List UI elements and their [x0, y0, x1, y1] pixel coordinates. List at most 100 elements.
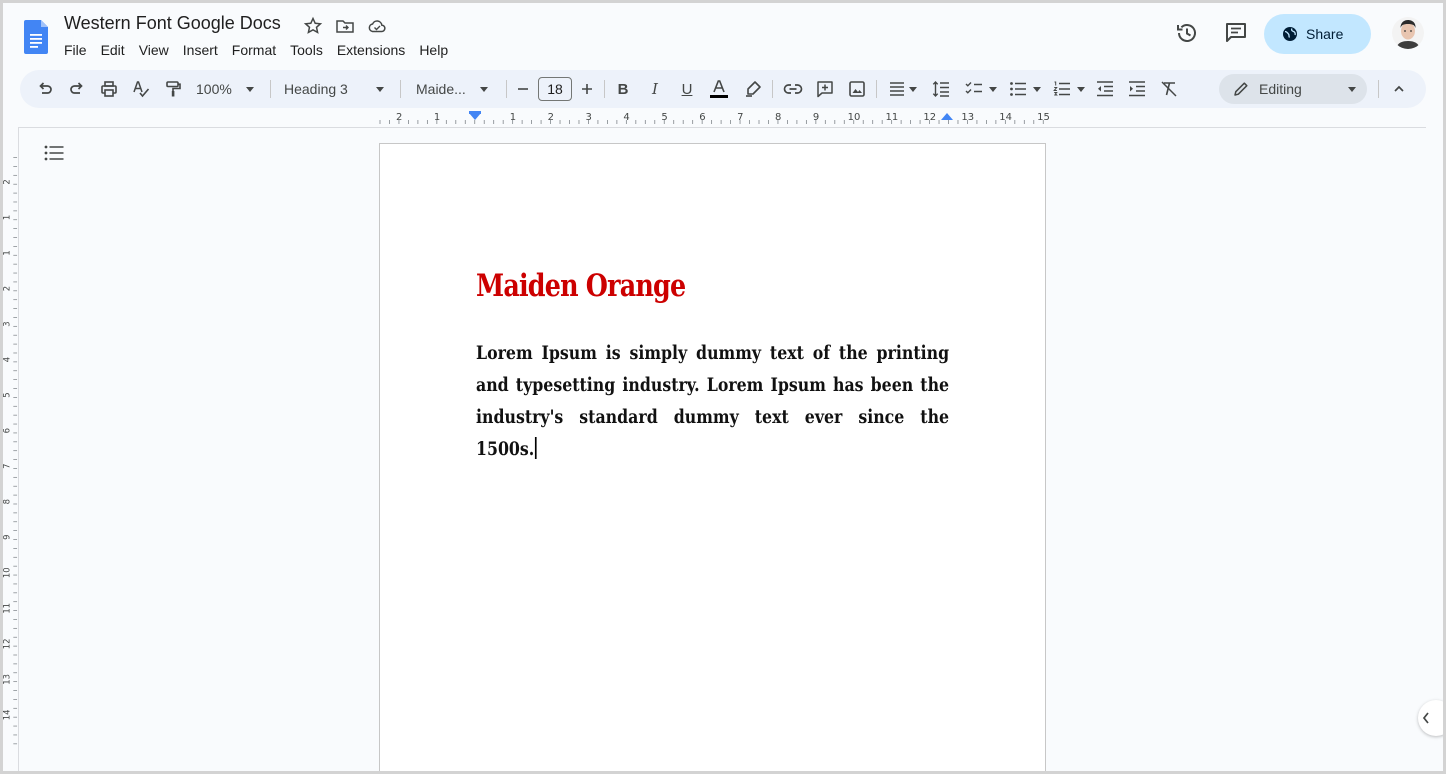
move-folder-icon[interactable] [335, 16, 355, 36]
share-button[interactable]: Share [1264, 14, 1371, 54]
body-paragraph[interactable]: Lorem Ipsum is simply dummy text of the … [476, 342, 949, 460]
title-bar: Western Font Google Docs File Edit View … [0, 0, 1446, 68]
bulleted-list-button[interactable] [1006, 78, 1044, 100]
font-value: Maide... [416, 81, 466, 97]
ruler-label: 1 [3, 250, 12, 255]
chevron-down-icon [989, 86, 997, 92]
ruler-label: 6 [3, 428, 12, 433]
paint-format-button[interactable] [162, 78, 184, 100]
cloud-saved-icon[interactable] [367, 16, 387, 36]
font-select[interactable]: Maide... [416, 78, 494, 100]
chevron-up-icon [1394, 85, 1404, 92]
menu-edit[interactable]: Edit [95, 41, 131, 59]
ruler-label: 2 [396, 112, 402, 123]
decrease-font-size-button[interactable] [514, 78, 532, 100]
ruler-label: 5 [3, 392, 12, 397]
increase-font-size-button[interactable] [578, 78, 596, 100]
ruler-label: 9 [813, 112, 819, 123]
increase-indent-button[interactable] [1126, 78, 1148, 100]
numbered-list-button[interactable] [1050, 78, 1088, 100]
menu-insert[interactable]: Insert [177, 41, 224, 59]
insert-link-button[interactable] [782, 78, 804, 100]
align-left-icon [890, 82, 904, 96]
ruler-label: 11 [3, 603, 12, 614]
italic-button[interactable]: I [644, 78, 666, 100]
right-indent-marker[interactable] [941, 113, 953, 120]
increase-indent-icon [1129, 81, 1145, 97]
chevron-down-icon [375, 86, 384, 92]
menu-extensions[interactable]: Extensions [331, 41, 411, 59]
decrease-indent-button[interactable] [1094, 78, 1116, 100]
comment-icon[interactable] [1223, 20, 1249, 46]
chevron-down-icon [1033, 86, 1041, 92]
style-value: Heading 3 [284, 81, 348, 97]
ruler-label: 1 [434, 112, 440, 123]
undo-button[interactable] [34, 78, 56, 100]
ruler-label: 6 [699, 112, 705, 123]
menu-help[interactable]: Help [413, 41, 454, 59]
document-heading[interactable]: Maiden Orange [476, 268, 686, 304]
highlight-button[interactable] [742, 78, 764, 100]
chevron-left-icon [1422, 712, 1429, 724]
ruler-label: 2 [548, 112, 554, 123]
print-button[interactable] [98, 78, 120, 100]
docs-logo-icon[interactable] [24, 20, 48, 54]
font-size-input[interactable]: 18 [538, 77, 572, 101]
ruler-label: 4 [623, 112, 629, 123]
horizontal-ruler[interactable]: 2 1 1 2 3 4 5 6 7 8 9 10 11 12 13 14 15 [0, 110, 1446, 128]
zoom-value: 100% [196, 81, 232, 97]
text-color-button[interactable] [708, 78, 730, 100]
text-color-icon [710, 80, 728, 98]
first-line-indent-marker[interactable] [469, 111, 481, 114]
pencil-icon [1234, 82, 1248, 96]
menu-view[interactable]: View [133, 41, 175, 59]
ruler-label: 15 [1037, 112, 1050, 123]
document-outline-icon[interactable] [44, 144, 64, 162]
spellcheck-button[interactable] [130, 78, 152, 100]
document-body-text[interactable]: Lorem Ipsum is simply dummy text of the … [476, 337, 949, 465]
image-icon [849, 81, 865, 97]
redo-button[interactable] [66, 78, 88, 100]
line-spacing-icon [932, 80, 949, 98]
document-page[interactable]: Maiden Orange Lorem Ipsum is simply dumm… [379, 143, 1046, 774]
style-select[interactable]: Heading 3 [284, 78, 390, 100]
menu-tools[interactable]: Tools [284, 41, 329, 59]
document-title[interactable]: Western Font Google Docs [64, 13, 281, 34]
history-icon[interactable] [1174, 20, 1200, 46]
share-label: Share [1306, 26, 1344, 42]
align-button[interactable] [886, 78, 920, 100]
side-panel-toggle[interactable] [1418, 700, 1446, 736]
ruler-label: 1 [510, 112, 516, 123]
menu-file[interactable]: File [64, 41, 93, 59]
bold-button[interactable]: B [612, 78, 634, 100]
print-icon [101, 81, 117, 97]
ruler-label: 2 [3, 286, 12, 291]
line-spacing-button[interactable] [930, 78, 952, 100]
insert-image-button[interactable] [846, 78, 868, 100]
underline-button[interactable]: U [676, 78, 698, 100]
vertical-ruler[interactable]: 211234567891011121314 [3, 128, 19, 774]
collapse-menus-button[interactable] [1388, 78, 1410, 100]
text-cursor [535, 437, 537, 459]
star-icon[interactable] [303, 16, 323, 36]
clear-formatting-button[interactable] [1158, 78, 1180, 100]
ruler-label: 10 [848, 112, 861, 123]
avatar[interactable] [1392, 17, 1424, 49]
italic-icon: I [652, 80, 658, 98]
toolbar: 100% Heading 3 Maide... 18 B I U Editing [20, 70, 1426, 108]
menu-format[interactable]: Format [226, 41, 282, 59]
ruler-label: 7 [3, 464, 12, 469]
checklist-button[interactable] [962, 78, 1000, 100]
menu-bar: File Edit View Insert Format Tools Exten… [64, 41, 456, 59]
editing-mode-select[interactable]: Editing [1219, 74, 1367, 104]
zoom-select[interactable]: 100% [196, 78, 262, 100]
ruler-label: 4 [3, 357, 12, 362]
ruler-label: 12 [3, 638, 12, 649]
left-indent-marker[interactable] [469, 113, 481, 120]
ruler-label: 3 [586, 112, 592, 123]
add-comment-button[interactable] [814, 78, 836, 100]
ruler-label: 13 [3, 674, 12, 685]
chevron-down-icon [1347, 86, 1356, 92]
add-comment-icon [817, 81, 833, 98]
spellcheck-icon [133, 81, 150, 98]
